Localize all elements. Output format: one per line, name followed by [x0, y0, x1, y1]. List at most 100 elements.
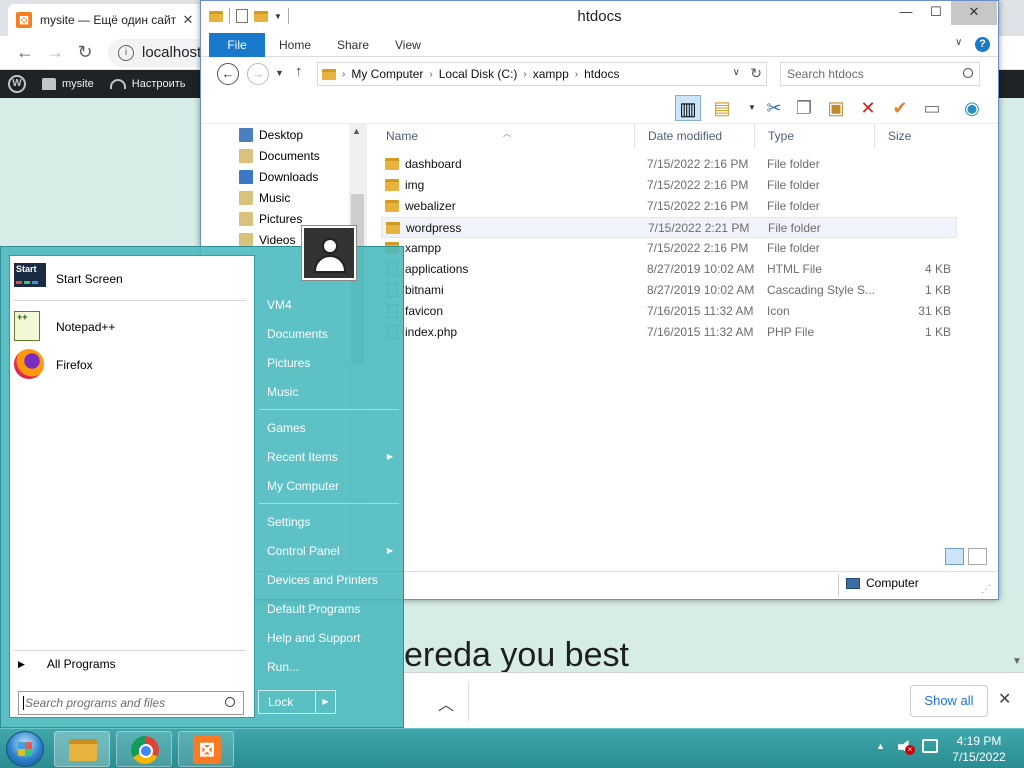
delete-icon[interactable]: ✕	[855, 95, 881, 121]
ribbon-tab-share[interactable]: Share	[337, 33, 369, 57]
start-item-my-computer[interactable]: My Computer	[259, 473, 399, 499]
taskbar-xampp-button[interactable]: ⊠	[178, 731, 234, 767]
search-icon[interactable]	[225, 697, 235, 707]
breadcrumb-separator-icon[interactable]: ›	[429, 69, 432, 80]
taskbar-explorer-button[interactable]	[54, 731, 110, 767]
network-icon[interactable]	[922, 739, 938, 753]
power-options-arrow-icon[interactable]: ▶	[316, 690, 336, 714]
scroll-down-arrow-icon[interactable]: ▼	[1012, 656, 1022, 667]
file-row[interactable]: bitnami 8/27/2019 10:02 AM Cascading Sty…	[381, 280, 957, 301]
ribbon-tab-home[interactable]: Home	[279, 33, 311, 57]
pinned-notepad-plus-plus[interactable]: ++ Notepad++	[14, 308, 250, 346]
show-hidden-icons-icon[interactable]: ▲	[876, 741, 885, 751]
system-clock[interactable]: 4:19 PM 7/15/2022	[944, 733, 1014, 765]
column-header-date[interactable]: Date modified	[635, 124, 755, 148]
start-item-settings[interactable]: Settings	[259, 509, 399, 535]
file-row[interactable]: xampp 7/15/2022 2:16 PM File folder	[381, 238, 957, 259]
lock-button[interactable]: Lock	[258, 690, 316, 714]
show-all-downloads-button[interactable]: Show all	[910, 685, 988, 717]
start-item-devices-printers[interactable]: Devices and Printers	[259, 567, 399, 593]
start-item-default-programs[interactable]: Default Programs	[259, 596, 399, 622]
expand-ribbon-icon[interactable]: ∨	[955, 37, 962, 48]
start-item-pictures[interactable]: Pictures	[259, 350, 399, 376]
forward-arrow-icon[interactable]: →	[40, 42, 70, 63]
breadcrumb-my-computer[interactable]: My Computer	[351, 67, 423, 81]
resize-grip-icon[interactable]: ⋰	[981, 584, 991, 595]
preview-pane-icon[interactable]: ▥	[675, 95, 701, 121]
file-row[interactable]: dashboard 7/15/2022 2:16 PM File folder	[381, 154, 957, 175]
close-tab-icon[interactable]: ✕	[180, 12, 196, 28]
maximize-icon[interactable]: ☐	[921, 1, 951, 25]
folder-options-icon[interactable]: ▤	[709, 95, 735, 121]
file-row[interactable]: webalizer 7/15/2022 2:16 PM File folder	[381, 196, 957, 217]
nav-item-desktop[interactable]: Desktop	[239, 124, 303, 145]
cut-icon[interactable]: ✂	[761, 95, 787, 121]
address-breadcrumb[interactable]: › My Computer › Local Disk (C:) › xampp …	[317, 62, 767, 86]
wp-customize-menu[interactable]: Настроить	[102, 70, 194, 98]
details-view-icon[interactable]	[945, 548, 964, 565]
all-programs-button[interactable]: ▶ All Programs	[18, 654, 116, 674]
column-header-name[interactable]: Name ︿	[373, 124, 635, 148]
paste-icon[interactable]: ▣	[823, 95, 849, 121]
nav-item-documents[interactable]: Documents	[239, 145, 320, 166]
checkmark-icon[interactable]: ✔	[887, 95, 913, 121]
search-input[interactable]: Search htdocs	[780, 62, 980, 86]
wp-logo-menu[interactable]: W	[0, 70, 34, 98]
start-item-help-support[interactable]: Help and Support	[259, 625, 399, 651]
file-row[interactable]: applications 8/27/2019 10:02 AM HTML Fil…	[381, 259, 957, 280]
back-arrow-icon[interactable]: ←	[10, 42, 40, 63]
back-button[interactable]: ←	[217, 63, 239, 85]
copy-icon[interactable]: ❐	[791, 95, 817, 121]
breadcrumb-xampp[interactable]: xampp	[533, 67, 569, 81]
breadcrumb-separator-icon[interactable]: ›	[342, 69, 345, 80]
breadcrumb-local-disk[interactable]: Local Disk (C:)	[439, 67, 518, 81]
close-download-bar-icon[interactable]: ✕	[998, 689, 1011, 709]
reload-icon[interactable]: ↻	[70, 42, 100, 63]
start-item-documents[interactable]: Documents	[259, 321, 399, 347]
chevron-down-icon[interactable]: ∨	[733, 67, 740, 78]
nav-item-downloads[interactable]: Downloads	[239, 166, 318, 187]
network-icon[interactable]: ◉	[959, 95, 985, 121]
start-item-music[interactable]: Music	[259, 379, 399, 405]
breadcrumb-htdocs[interactable]: htdocs	[584, 67, 619, 81]
pinned-start-screen[interactable]: Start Start Screen	[14, 260, 250, 298]
start-item-games[interactable]: Games	[259, 415, 399, 441]
start-search-input[interactable]: Search programs and files	[18, 691, 244, 715]
help-icon[interactable]: ?	[975, 37, 990, 52]
browser-tab[interactable]: ⊠ mysite — Ещё один сайт ✕	[8, 4, 204, 36]
file-row[interactable]: index.php 7/16/2015 11:32 AM PHP File 1 …	[381, 322, 957, 343]
explorer-title-bar[interactable]: ▼ htdocs — ☐ ✕	[201, 1, 998, 33]
file-row-hovered[interactable]: wordpress 7/15/2022 2:21 PM File folder	[381, 217, 957, 238]
rename-icon[interactable]: ▭	[919, 95, 945, 121]
nav-item-pictures[interactable]: Pictures	[239, 208, 302, 229]
scroll-up-arrow-icon[interactable]: ▲	[352, 126, 361, 136]
ribbon-file-tab[interactable]: File	[209, 33, 265, 57]
start-screen-icon-text: Start	[16, 264, 37, 274]
pinned-firefox[interactable]: Firefox	[14, 346, 250, 384]
file-row[interactable]: favicon 7/16/2015 11:32 AM Icon 31 KB	[381, 301, 957, 322]
start-item-vm4[interactable]: VM4	[259, 292, 399, 318]
user-account-picture[interactable]	[302, 226, 356, 280]
recent-locations-icon[interactable]: ▼	[275, 68, 284, 78]
file-row[interactable]: img 7/15/2022 2:16 PM File folder	[381, 175, 957, 196]
up-one-level-icon[interactable]: ↑	[295, 63, 303, 80]
chevron-up-icon[interactable]: ︿	[438, 691, 454, 715]
refresh-icon[interactable]: ↻	[750, 65, 762, 82]
start-button[interactable]	[6, 731, 44, 767]
breadcrumb-separator-icon[interactable]: ›	[523, 69, 526, 80]
close-window-icon[interactable]: ✕	[951, 1, 997, 25]
info-icon[interactable]: i	[118, 44, 134, 61]
forward-button[interactable]: →	[247, 63, 269, 85]
column-header-size[interactable]: Size	[875, 124, 955, 148]
minimize-icon[interactable]: —	[891, 1, 921, 25]
column-header-type[interactable]: Type	[755, 124, 875, 148]
start-item-recent-items[interactable]: Recent Items ▶	[259, 444, 399, 470]
ribbon-tab-view[interactable]: View	[395, 33, 421, 57]
large-icons-view-icon[interactable]	[968, 548, 987, 565]
taskbar-chrome-button[interactable]	[116, 731, 172, 767]
start-item-control-panel[interactable]: Control Panel ▶	[259, 538, 399, 564]
wp-site-name-menu[interactable]: mysite	[34, 70, 102, 98]
breadcrumb-separator-icon[interactable]: ›	[575, 69, 578, 80]
start-item-run[interactable]: Run...	[259, 654, 399, 680]
nav-item-music[interactable]: Music	[239, 187, 290, 208]
